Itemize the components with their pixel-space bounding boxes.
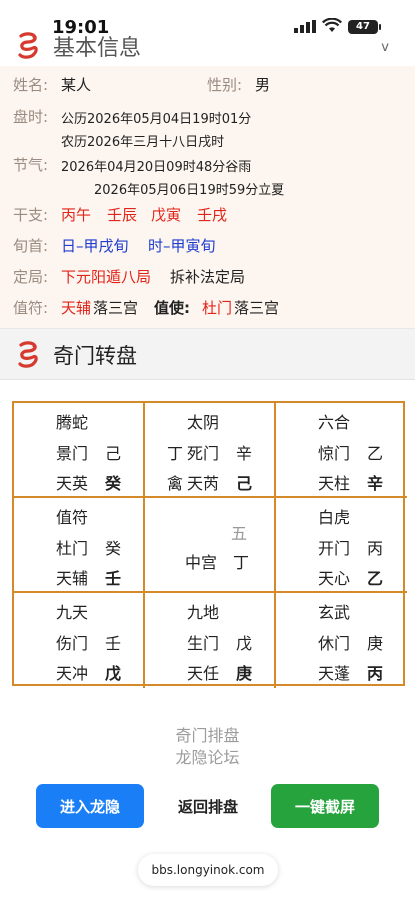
battery-icon: 47 <box>348 20 381 34</box>
stem-prefix-top: 丁 <box>167 444 184 463</box>
stem-top: 乙 <box>367 444 384 463</box>
palace-cell: 白虎 开门 丙 天心 乙 <box>276 498 407 593</box>
xunshou-hour: 时–甲寅旬 <box>148 237 216 255</box>
ju-method: 拆补法定局 <box>170 268 246 286</box>
ju-value: 下元阳遁八局 <box>61 268 152 286</box>
gate-label: 休门 <box>318 634 351 653</box>
stem-bottom: 庚 <box>236 664 253 683</box>
center-palace-label: 中宫 <box>185 553 218 572</box>
stem-top: 庚 <box>367 634 384 653</box>
star-label: 天柱 <box>318 474 351 493</box>
stem-top: 癸 <box>105 539 122 558</box>
xunshou-label: 旬首: <box>13 237 49 255</box>
star-label: 天冲 <box>56 664 89 683</box>
stem-bottom: 乙 <box>367 569 384 588</box>
zhifu-star: 天辅 <box>61 299 92 317</box>
god-label: 腾蛇 <box>56 413 89 432</box>
stem-bottom: 丙 <box>367 664 384 683</box>
name-label: 姓名: <box>13 76 49 94</box>
status-time: 19:01 <box>52 17 110 38</box>
gate-label: 生门 <box>187 634 220 653</box>
pan-header: 奇门转盘 <box>0 338 415 372</box>
gate-label: 死门 <box>187 444 220 463</box>
ganzhi-label: 干支: <box>13 206 49 224</box>
stem-top: 丙 <box>367 539 384 558</box>
zhishi-palace: 落三宫 <box>234 299 280 317</box>
gender-value: 男 <box>255 76 271 94</box>
zhishi-label: 值使: <box>154 299 190 317</box>
palace-number: 五 <box>231 524 248 543</box>
stem-bottom: 己 <box>236 474 253 493</box>
ganzhi-year: 丙午 <box>61 206 92 224</box>
basic-info-panel: 姓名: 某人 性别: 男 盘时: 公历2026年05月04日19时01分 农历2… <box>0 66 415 328</box>
lunar-date: 农历2026年三月十八日戌时 <box>61 135 225 150</box>
signal-icon <box>294 20 316 33</box>
footer-line-1: 奇门排盘 <box>175 726 240 745</box>
term-label: 节气: <box>13 156 49 174</box>
pan-title: 奇门转盘 <box>53 344 137 368</box>
stem-top: 壬 <box>105 634 122 653</box>
ganzhi-month: 壬辰 <box>107 206 138 224</box>
palace-cell: 玄武 休门 庚 天蓬 丙 <box>276 593 407 688</box>
footer-line-2: 龙隐论坛 <box>175 748 240 767</box>
star-label: 天辅 <box>56 569 89 588</box>
xunshou-day: 日–甲戌旬 <box>61 237 129 255</box>
god-label: 六合 <box>318 413 351 432</box>
palace-cell: 九地 生门 戊 天任 庚 <box>145 593 276 688</box>
star-label: 天英 <box>56 474 89 493</box>
star-label: 天蓬 <box>318 664 351 683</box>
god-label: 值符 <box>56 508 89 527</box>
back-button[interactable]: 返回排盘 <box>160 784 256 828</box>
star-prefix-bottom: 禽 <box>167 474 184 493</box>
center-palace-cell: 五 中宫 丁 <box>145 498 276 593</box>
god-label: 九天 <box>56 603 89 622</box>
zhishi-gate: 杜门 <box>202 299 233 317</box>
gate-label: 景门 <box>56 444 89 463</box>
zhifu-label: 值符: <box>13 299 49 317</box>
enter-forum-button[interactable]: 进入龙隐 <box>36 784 144 828</box>
screenshot-button[interactable]: 一键截屏 <box>271 784 379 828</box>
palace-cell: 腾蛇 景门 己 天英 癸 <box>14 403 145 498</box>
term-2: 2026年05月06日19时59分立夏 <box>94 183 285 198</box>
time-label: 盘时: <box>13 108 49 126</box>
stem-bottom: 癸 <box>105 474 122 493</box>
ganzhi-day: 戊寅 <box>151 206 182 224</box>
stem-bottom: 戊 <box>105 664 122 683</box>
god-label: 九地 <box>187 603 220 622</box>
gate-label: 惊门 <box>318 444 351 463</box>
qimen-grid: 腾蛇 景门 己 天英 癸 太阴 丁 死门 辛 禽 天芮 己 六合 惊门 乙 天柱… <box>12 401 407 688</box>
url-bar[interactable]: bbs.longyinok.com <box>138 854 278 886</box>
gender-label: 性别: <box>207 76 243 94</box>
gate-label: 杜门 <box>56 539 89 558</box>
status-bar: 19:01 47 <box>0 0 415 40</box>
wifi-icon <box>322 18 342 32</box>
god-label: 玄武 <box>318 603 351 622</box>
star-label: 天芮 <box>187 474 220 493</box>
stem-top: 戊 <box>236 634 253 653</box>
ganzhi-hour: 壬戌 <box>197 206 228 224</box>
god-label: 太阴 <box>187 413 220 432</box>
palace-cell: 值符 杜门 癸 天辅 壬 <box>14 498 145 593</box>
center-stem: 丁 <box>233 553 250 572</box>
star-label: 天心 <box>318 569 351 588</box>
stem-top: 辛 <box>236 444 253 463</box>
gate-label: 开门 <box>318 539 351 558</box>
term-1: 2026年04月20日09时48分谷雨 <box>61 160 252 175</box>
collapse-toggle[interactable]: v <box>381 40 389 55</box>
god-label: 白虎 <box>318 508 351 527</box>
stem-bottom: 壬 <box>105 569 122 588</box>
gate-label: 伤门 <box>56 634 89 653</box>
star-label: 天任 <box>187 664 220 683</box>
zhifu-palace: 落三宫 <box>93 299 139 317</box>
stem-bottom: 辛 <box>367 474 384 493</box>
palace-cell: 九天 伤门 壬 天冲 戊 <box>14 593 145 688</box>
palace-cell: 太阴 丁 死门 辛 禽 天芮 己 <box>145 403 276 498</box>
name-value: 某人 <box>61 76 92 94</box>
palace-cell: 六合 惊门 乙 天柱 辛 <box>276 403 407 498</box>
ju-label: 定局: <box>13 268 49 286</box>
solar-date: 公历2026年05月04日19时01分 <box>61 112 252 127</box>
stem-top: 己 <box>105 444 122 463</box>
dragon-logo-icon <box>18 341 38 368</box>
